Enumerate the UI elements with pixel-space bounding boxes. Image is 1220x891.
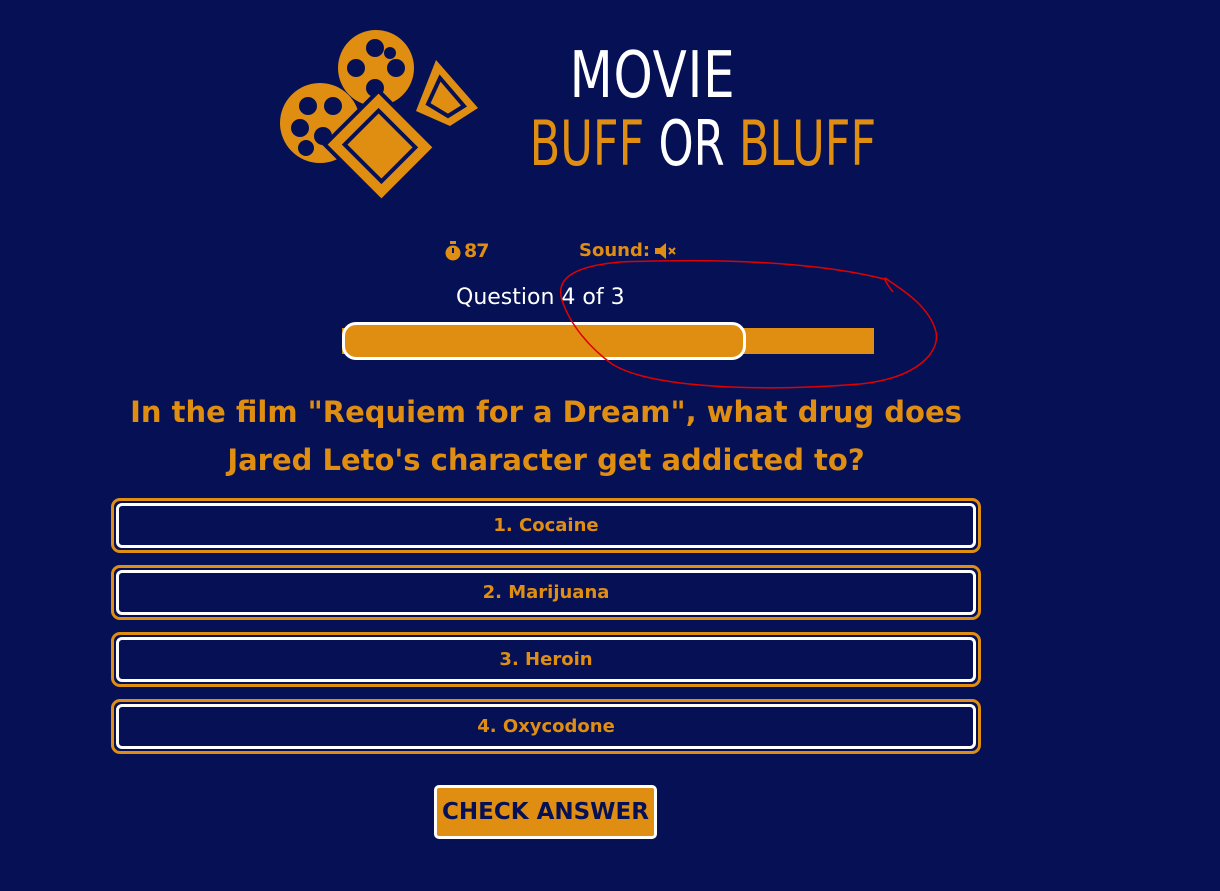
speaker-muted-icon <box>655 242 676 259</box>
question-text: In the film "Requiem for a Dream", what … <box>130 395 962 477</box>
title-or: OR <box>658 107 725 180</box>
answer-option-3[interactable]: 3. Heroin <box>111 632 981 687</box>
title-subtitle: BUFF OR BLUFF <box>529 104 877 184</box>
timer-value: 87 <box>464 240 489 262</box>
movie-camera-icon <box>280 30 478 204</box>
answer-option-label: 1. Cocaine <box>493 515 599 536</box>
stopwatch-icon <box>445 241 461 261</box>
question-counter: Question 4 of 3 <box>456 285 625 310</box>
progress-fill <box>342 322 746 360</box>
answer-option-label: 4. Oxycodone <box>477 716 615 737</box>
answer-option-1[interactable]: 1. Cocaine <box>111 498 981 553</box>
timer: 87 <box>444 240 489 262</box>
sound-toggle[interactable] <box>653 241 677 261</box>
sound-label: Sound: <box>579 240 651 261</box>
answer-option-2[interactable]: 2. Marijuana <box>111 565 981 620</box>
sound-control: Sound: <box>579 240 677 261</box>
answer-option-label: 3. Heroin <box>499 649 593 670</box>
answer-option-4[interactable]: 4. Oxycodone <box>111 699 981 754</box>
check-answer-button[interactable]: CHECK ANSWER <box>434 785 657 839</box>
answer-option-label: 2. Marijuana <box>482 582 610 603</box>
title-bluff: BLUFF <box>738 107 877 180</box>
title-buff: BUFF <box>529 107 645 180</box>
